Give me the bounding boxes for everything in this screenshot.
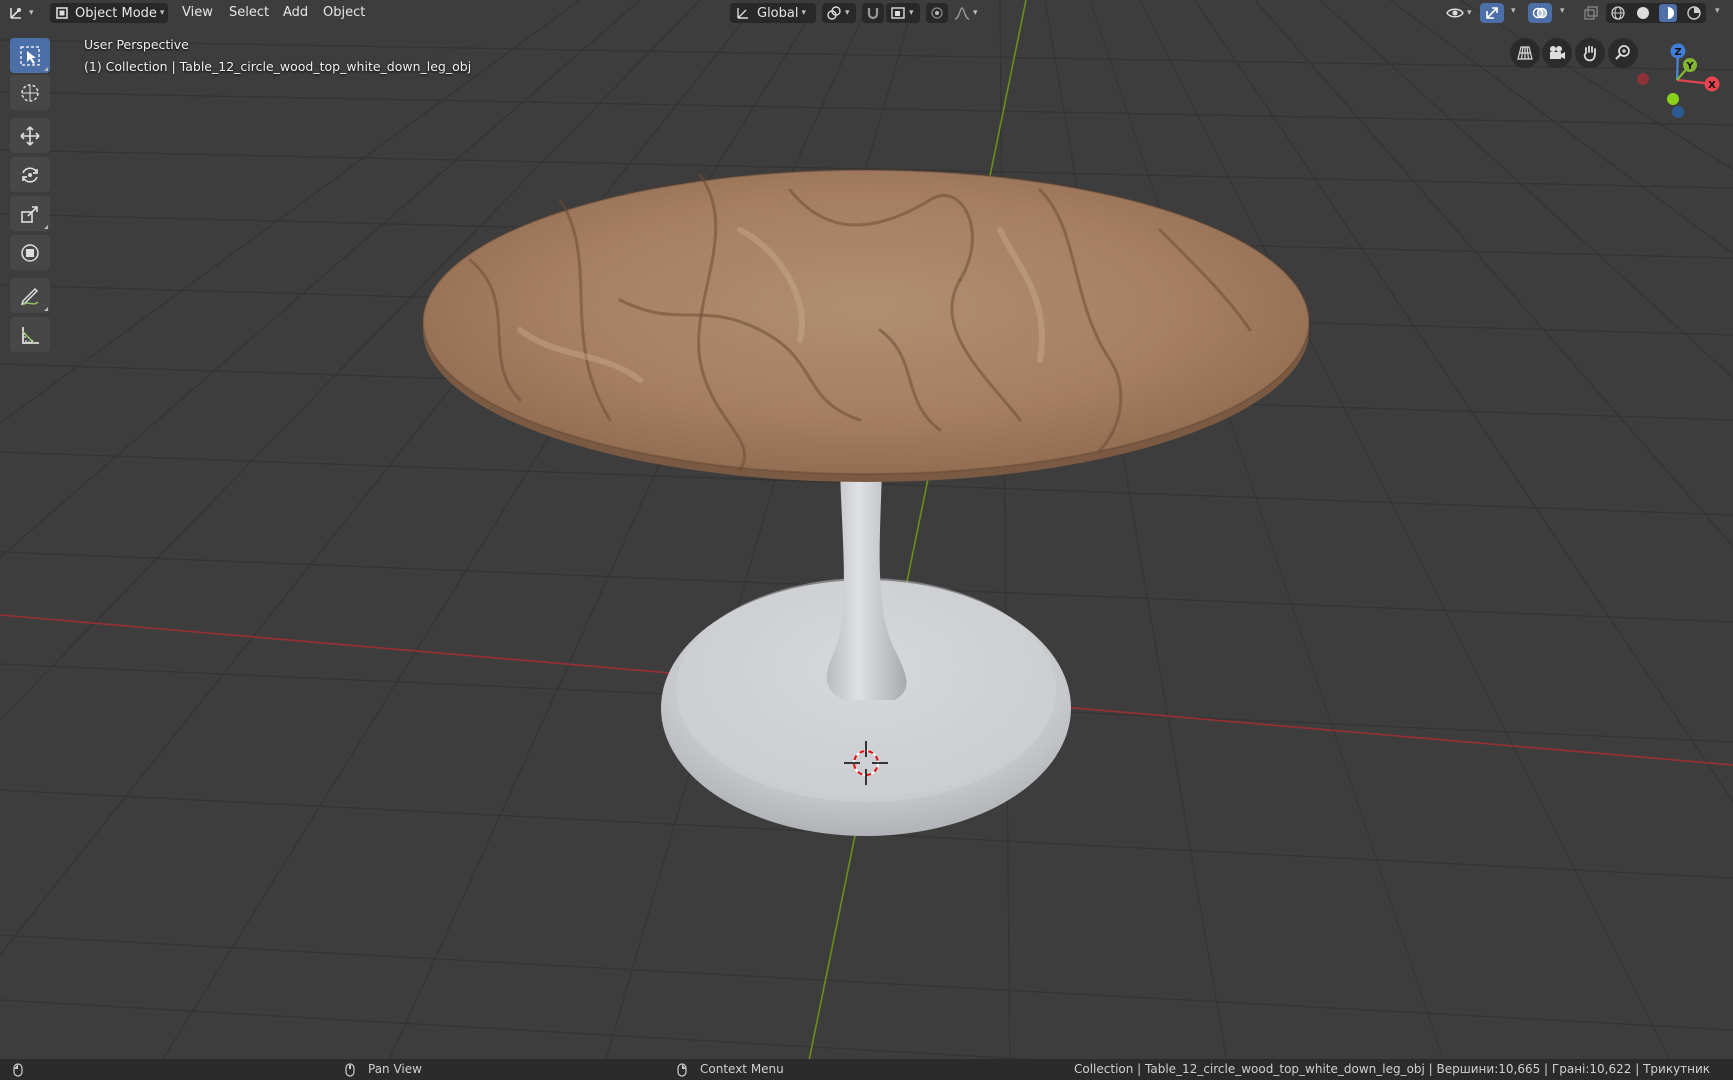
shading-dropdown-chevron-icon[interactable]: ▾ — [1715, 6, 1720, 16]
editor-type-button[interactable]: ▾ — [8, 3, 44, 23]
scene-statistics: Collection | Table_12_circle_wood_top_wh… — [1074, 1062, 1711, 1076]
overlays-icon — [1532, 5, 1548, 21]
falloff-curve-icon — [954, 6, 970, 20]
hand-icon — [1581, 44, 1599, 62]
toggle-camera-ortho-button[interactable] — [1510, 38, 1540, 68]
grid-perspective-icon — [1516, 44, 1534, 62]
mode-label: Object Mode — [75, 5, 157, 21]
proportional-editing-toggle[interactable] — [926, 3, 948, 23]
material-preview-shading-icon[interactable] — [1659, 4, 1678, 22]
pivot-point-button[interactable]: ▾ — [822, 3, 856, 23]
visibility-button[interactable]: ▾ — [1444, 3, 1476, 23]
falloff-button[interactable]: ▾ — [950, 3, 982, 23]
measure-tool[interactable] — [10, 317, 50, 352]
pan-view-button[interactable] — [1575, 38, 1605, 68]
rotate-icon — [19, 164, 41, 186]
show-gizmo-toggle[interactable] — [1480, 3, 1504, 23]
transform-icon — [19, 242, 41, 264]
tool-variants-corner-icon — [44, 225, 48, 229]
mouse-middle-icon — [344, 1059, 356, 1080]
chevron-down-icon: ▾ — [1467, 8, 1472, 18]
tool-variants-corner-icon — [44, 67, 48, 71]
ruler-icon — [19, 324, 41, 346]
chevron-down-icon: ▾ — [159, 8, 165, 18]
camera-view-button[interactable] — [1542, 38, 1572, 68]
cursor-tool[interactable] — [10, 75, 50, 110]
transform-orientation-selector[interactable]: Global ▾ — [730, 3, 816, 23]
pencil-icon — [19, 285, 41, 307]
select-box-icon — [19, 45, 41, 67]
axis-editor-icon — [8, 5, 26, 21]
context-menu-hint: Context Menu — [700, 1062, 784, 1076]
pan-view-hint: Pan View — [368, 1062, 422, 1076]
3d-viewport[interactable]: Z Y X — [0, 0, 1733, 1080]
pivot-icon — [826, 5, 842, 21]
rotate-tool[interactable] — [10, 157, 50, 192]
move-tool[interactable] — [10, 118, 50, 153]
chevron-down-icon: ▾ — [29, 8, 34, 18]
collection-info-label: (1) Collection | Table_12_circle_wood_to… — [84, 59, 472, 74]
scale-icon — [19, 203, 41, 225]
move-icon — [19, 125, 41, 147]
mode-selector[interactable]: Object Mode ▾ — [50, 3, 168, 23]
transform-orientation-label: Global — [757, 5, 799, 21]
status-bar: Pan View Context Menu Collection | Table… — [0, 1059, 1733, 1080]
eye-icon — [1446, 6, 1464, 20]
menu-select[interactable]: Select — [224, 3, 274, 23]
menu-object[interactable]: Object — [318, 3, 370, 23]
shading-mode-group — [1606, 3, 1706, 23]
solid-shading-icon[interactable] — [1635, 5, 1651, 21]
view-name-label: User Perspective — [84, 37, 189, 52]
gizmo-neg-z[interactable] — [1672, 106, 1684, 118]
magnifier-icon — [1614, 44, 1632, 62]
overlays-dropdown-chevron-icon[interactable]: ▾ — [1560, 6, 1565, 16]
mouse-left-icon — [12, 1059, 24, 1080]
object-mode-icon — [55, 6, 69, 20]
show-overlays-toggle[interactable] — [1528, 3, 1552, 23]
xray-icon — [1584, 6, 1598, 20]
chevron-down-icon: ▾ — [845, 8, 850, 18]
snap-target-button[interactable]: ▾ — [886, 3, 920, 23]
chevron-down-icon: ▾ — [973, 8, 978, 18]
zoom-view-button[interactable] — [1608, 38, 1638, 68]
menu-view[interactable]: View — [177, 3, 218, 23]
menu-add[interactable]: Add — [278, 3, 313, 23]
snap-toggle[interactable] — [862, 3, 884, 23]
cursor-icon — [19, 82, 41, 104]
table-top[interactable] — [423, 170, 1309, 474]
chevron-down-icon: ▾ — [909, 8, 914, 18]
gizmo-y-label: Y — [1685, 61, 1694, 72]
annotate-tool[interactable] — [10, 278, 50, 313]
transform-tool[interactable] — [10, 235, 50, 270]
tool-variants-corner-icon — [44, 307, 48, 311]
select-box-tool[interactable] — [10, 38, 50, 73]
gizmo-neg-x[interactable] — [1637, 73, 1649, 85]
mouse-right-icon — [676, 1059, 688, 1080]
scale-tool[interactable] — [10, 196, 50, 231]
gizmo-neg-y[interactable] — [1667, 93, 1679, 105]
chevron-down-icon: ▾ — [801, 8, 807, 18]
camera-icon — [1547, 44, 1567, 62]
rendered-shading-icon[interactable] — [1686, 5, 1702, 21]
xray-toggle[interactable] — [1580, 3, 1602, 23]
wireframe-shading-icon[interactable] — [1610, 5, 1626, 21]
gizmo-dropdown-chevron-icon[interactable]: ▾ — [1511, 6, 1516, 16]
viewport-header: ▾ Object Mode ▾ View Select Add Object G… — [0, 0, 1733, 26]
gizmo-z-label: Z — [1674, 47, 1681, 58]
gizmo-x-label: X — [1708, 80, 1716, 91]
proportional-editing-icon — [930, 6, 944, 20]
orientation-icon — [735, 5, 751, 21]
snap-increment-icon — [890, 5, 906, 21]
magnet-icon — [866, 6, 880, 20]
gizmo-icon — [1484, 5, 1500, 21]
